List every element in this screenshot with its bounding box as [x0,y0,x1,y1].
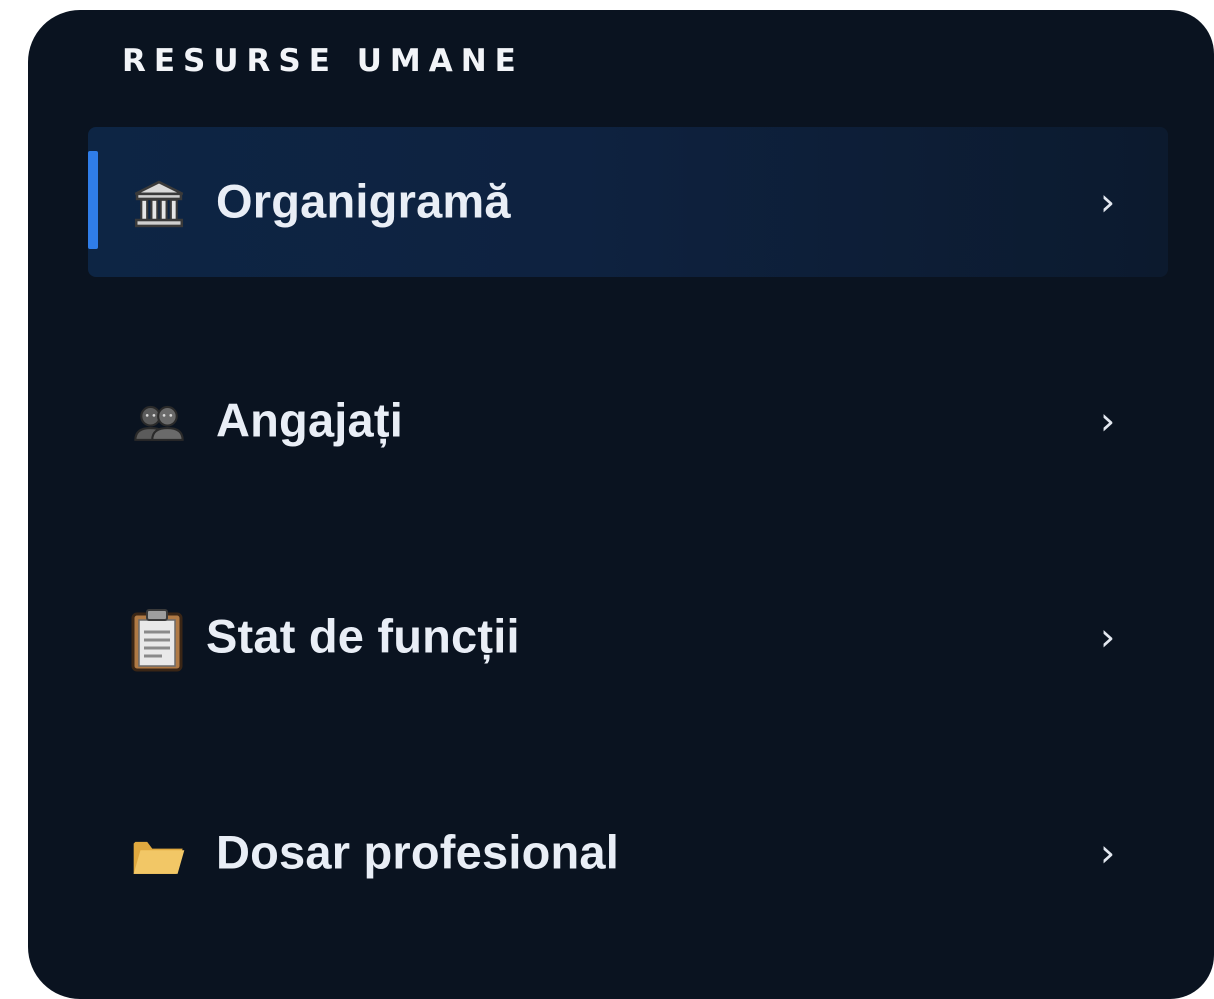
chevron-right-icon: › [1100,399,1116,443]
menu-item-angajati[interactable]: Angajați › [88,346,1168,496]
section-title: RESURSE UMANE [122,43,524,79]
menu-item-label: Angajați [216,393,404,447]
hr-navigation-panel: RESURSE UMANE Organigramă › Angajați › S… [28,10,1214,999]
menu-item-dosar-profesional[interactable]: Dosar profesional › [88,778,1168,928]
clipboard-icon [130,608,184,672]
chevron-right-icon: › [1100,180,1116,224]
menu-item-label: Organigramă [216,174,511,228]
chevron-right-icon: › [1100,615,1116,659]
classical-building-icon [132,177,186,231]
menu-item-organigrama[interactable]: Organigramă › [88,127,1168,277]
active-indicator [88,151,98,249]
chevron-right-icon: › [1100,831,1116,875]
menu-item-label: Dosar profesional [216,825,619,879]
folder-icon [132,830,186,884]
menu-item-stat-de-functii[interactable]: Stat de funcții › [88,562,1168,712]
menu-item-label: Stat de funcții [206,609,520,663]
busts-in-silhouette-icon [132,396,186,450]
